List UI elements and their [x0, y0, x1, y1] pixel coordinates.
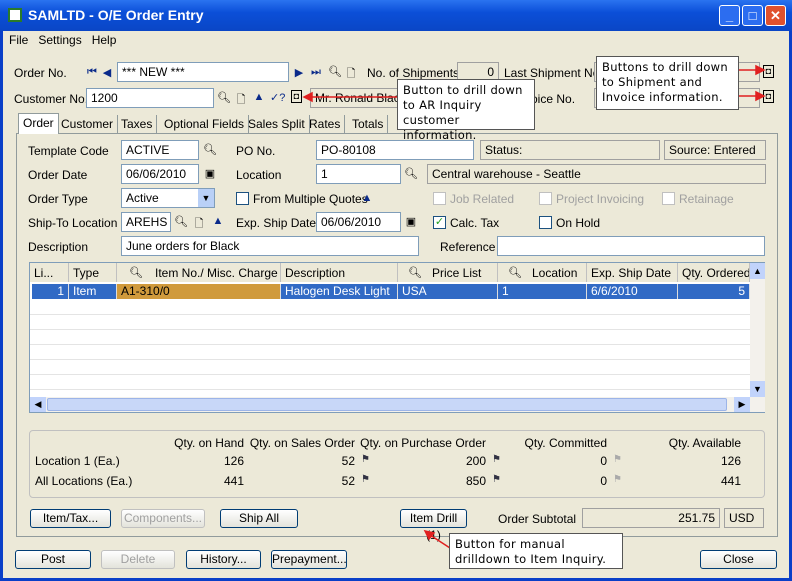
shipment-invoice-callout: Buttons to drill down to Shipment and In…	[596, 56, 739, 110]
item-drilldown-callout: Button for manual drilldown to Item Inqu…	[449, 533, 623, 569]
customer-drilldown-callout: Button to drill down to AR Inquiry custo…	[397, 79, 535, 142]
item-callout-arrow	[429, 534, 451, 549]
